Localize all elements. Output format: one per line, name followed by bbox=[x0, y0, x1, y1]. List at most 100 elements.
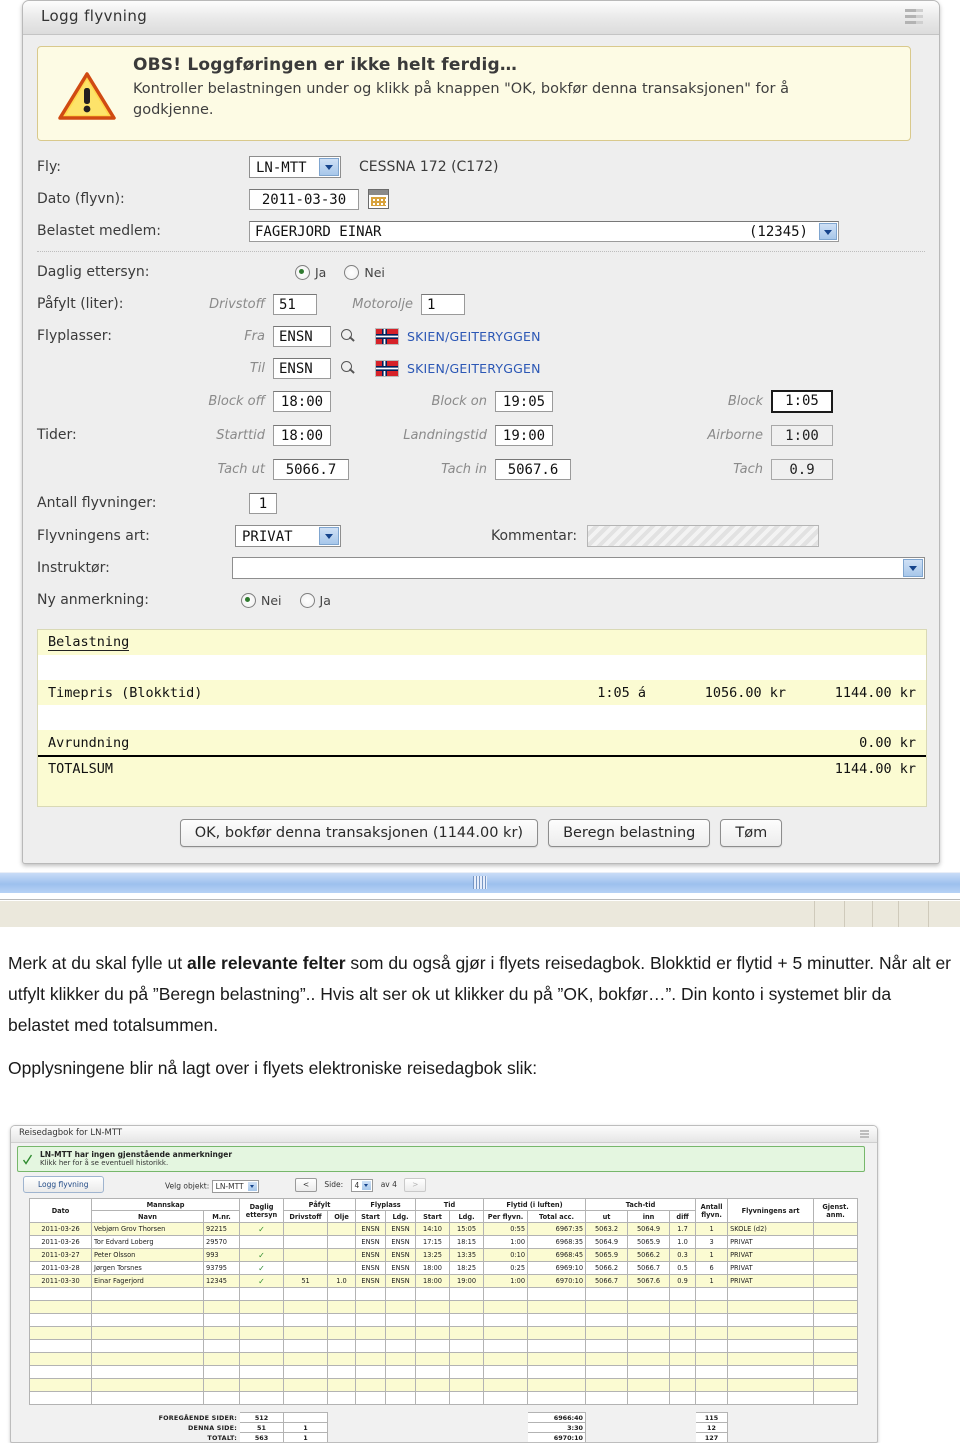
cell-empty bbox=[527, 1391, 587, 1405]
starttid-label: Starttid bbox=[216, 427, 265, 443]
cell-empty bbox=[355, 1339, 387, 1353]
cell-dato: 2011-03-30 bbox=[29, 1274, 92, 1288]
cell-empty bbox=[669, 1352, 697, 1366]
anmerkning-radio-nei[interactable] bbox=[241, 592, 256, 608]
cell-mnr: 12345 bbox=[202, 1274, 241, 1288]
cell-empty bbox=[727, 1378, 815, 1392]
cell-empty bbox=[483, 1352, 529, 1366]
cell-empty bbox=[627, 1300, 671, 1314]
anmerkning-label: Ny anmerkning: bbox=[37, 592, 150, 608]
ok-bokfor-button[interactable]: OK, bokfør denna transaksjonen (1144.00 … bbox=[179, 819, 539, 847]
cell-art: PRIVAT bbox=[727, 1261, 815, 1275]
form-row-fly: Fly: LN-MTT CESSNA 172 (C172) bbox=[37, 151, 925, 183]
tach-ut-input[interactable]: 5066.7 bbox=[273, 458, 349, 480]
cell-empty bbox=[483, 1391, 529, 1405]
motorolje-input[interactable]: 1 bbox=[421, 293, 465, 315]
table-row-empty[interactable] bbox=[29, 1300, 859, 1314]
cell-empty bbox=[415, 1339, 451, 1353]
tom-button[interactable]: Tøm bbox=[720, 819, 783, 847]
side-label: Side: bbox=[324, 1180, 344, 1189]
kommentar-input[interactable] bbox=[587, 525, 820, 547]
table-row[interactable]: 2011-03-30 Einar Fagerjord 12345 ✓ 51 1.0 ENSN… bbox=[29, 1274, 859, 1288]
side-select[interactable]: 4 bbox=[350, 1178, 374, 1192]
cell-tach-ut: 5064.9 bbox=[585, 1235, 629, 1249]
table-row-empty[interactable] bbox=[29, 1326, 859, 1340]
table-row-empty[interactable] bbox=[29, 1365, 859, 1379]
prev-page-button[interactable]: < bbox=[295, 1178, 317, 1192]
totalsum-label: TOTALSUM bbox=[48, 760, 114, 777]
art-select[interactable]: PRIVAT bbox=[235, 525, 341, 547]
cell-empty bbox=[283, 1339, 329, 1353]
table-row[interactable]: 2011-03-26 Vebjørn Grov Thorsen 92215 ✓ ENSN… bbox=[29, 1222, 859, 1236]
cell-empty bbox=[727, 1391, 815, 1405]
cell-tach-diff: 0.9 bbox=[669, 1274, 697, 1288]
starttid-input[interactable]: 18:00 bbox=[273, 424, 331, 446]
cell-empty bbox=[727, 1339, 815, 1353]
til-airport-name[interactable]: SKIEN/GEITERYGGEN bbox=[407, 361, 541, 376]
table-row-empty[interactable] bbox=[29, 1378, 859, 1392]
cell-per-flyvn: 1:00 bbox=[483, 1235, 529, 1249]
table-row-empty[interactable] bbox=[29, 1339, 859, 1353]
beregn-belastning-button[interactable]: Beregn belastning bbox=[548, 819, 711, 847]
magnifier-icon[interactable] bbox=[341, 361, 355, 375]
cell-empty bbox=[449, 1339, 485, 1353]
grid-icon[interactable] bbox=[860, 1130, 869, 1138]
landingstid-input[interactable]: 19:00 bbox=[495, 424, 553, 446]
window-title-bar: Logg flyvning bbox=[23, 1, 939, 35]
footer-cell-13: 12 bbox=[695, 1422, 728, 1433]
ettersyn-radio-nei[interactable] bbox=[344, 264, 360, 280]
til-input[interactable]: ENSN bbox=[273, 357, 331, 379]
medlem-select[interactable]: FAGERJORD EINAR (12345) bbox=[249, 220, 839, 242]
fra-input[interactable]: ENSN bbox=[273, 325, 331, 347]
fly-select[interactable]: LN-MTT bbox=[249, 156, 341, 178]
col-dato: Dato bbox=[29, 1198, 92, 1223]
table-row[interactable]: 2011-03-27 Peter Olsson 993 ✓ ENSN ENSN 13:25 1… bbox=[29, 1248, 859, 1262]
cell-empty bbox=[483, 1326, 529, 1340]
logg-flyvning-button[interactable]: Logg flyvning bbox=[23, 1176, 104, 1193]
timepris-label: Timepris (Blokktid) bbox=[48, 684, 203, 701]
status-banner[interactable]: LN-MTT har ingen gjenstående anmerkninge… bbox=[17, 1146, 865, 1172]
col-tach-ut: ut bbox=[585, 1210, 629, 1223]
belastning-heading: Belastning bbox=[48, 634, 130, 651]
col-flyplass-start: Start bbox=[355, 1210, 387, 1223]
reisedagbok-toolbar: Logg flyvning Velg objekt: LN-MTT < Side… bbox=[17, 1176, 863, 1194]
calendar-icon[interactable] bbox=[368, 189, 389, 209]
instruktor-select[interactable] bbox=[231, 557, 925, 579]
next-page-button[interactable]: > bbox=[404, 1178, 427, 1192]
table-row[interactable]: 2011-03-28 Jørgen Torsnes 93795 ✓ ENSN ENSN 18… bbox=[29, 1261, 859, 1275]
fra-airport-name[interactable]: SKIEN/GEITERYGGEN bbox=[407, 329, 541, 344]
cell-empty bbox=[283, 1365, 329, 1379]
table-row-empty[interactable] bbox=[29, 1313, 859, 1327]
col-mnr: M.nr. bbox=[202, 1210, 241, 1223]
cell-empty bbox=[695, 1339, 729, 1353]
cell-mnr: 29570 bbox=[202, 1235, 241, 1249]
block-on-input[interactable]: 19:05 bbox=[495, 390, 553, 412]
art-label: Flyvningens art: bbox=[37, 528, 150, 544]
table-row-empty[interactable] bbox=[29, 1287, 859, 1301]
cell-tach-inn: 5066.2 bbox=[627, 1248, 671, 1262]
col-total-acc: Total acc. bbox=[527, 1210, 587, 1223]
grid-icon[interactable] bbox=[905, 9, 923, 24]
cell-empty bbox=[385, 1365, 417, 1379]
dato-input[interactable]: 2011-03-30 bbox=[249, 188, 359, 210]
antall-input[interactable]: 1 bbox=[249, 492, 277, 514]
cell-empty bbox=[585, 1365, 629, 1379]
magnifier-icon[interactable] bbox=[341, 329, 355, 343]
horizontal-splitter-bar[interactable] bbox=[0, 872, 960, 894]
cell-drivstoff bbox=[283, 1222, 329, 1236]
alert-heading: OBS! Loggføringen er ikke helt ferdig… bbox=[133, 55, 518, 75]
ettersyn-radio-ja[interactable] bbox=[295, 264, 310, 280]
logbook-group-header-row: Dato Mannskap Daglig ettersyn Påfylt Fly… bbox=[29, 1198, 859, 1223]
velg-objekt-select[interactable]: LN-MTT bbox=[211, 1180, 259, 1193]
tach-in-input[interactable]: 5067.6 bbox=[495, 458, 571, 480]
drivstoff-input[interactable]: 51 bbox=[273, 293, 317, 315]
footer-cell-4 bbox=[356, 1423, 386, 1433]
cell-empty bbox=[483, 1378, 529, 1392]
table-row-empty[interactable] bbox=[29, 1352, 859, 1366]
pagination-group: < Side: 4 av 4 > bbox=[295, 1178, 427, 1192]
table-row[interactable]: 2011-03-26 Tor Edvard Loberg 29570 ENSN ENSN… bbox=[29, 1235, 859, 1249]
footer-cell-3 bbox=[328, 1423, 356, 1433]
block-off-input[interactable]: 18:00 bbox=[273, 390, 331, 412]
anmerkning-radio-ja[interactable] bbox=[299, 592, 315, 608]
table-row-empty[interactable] bbox=[29, 1391, 859, 1405]
